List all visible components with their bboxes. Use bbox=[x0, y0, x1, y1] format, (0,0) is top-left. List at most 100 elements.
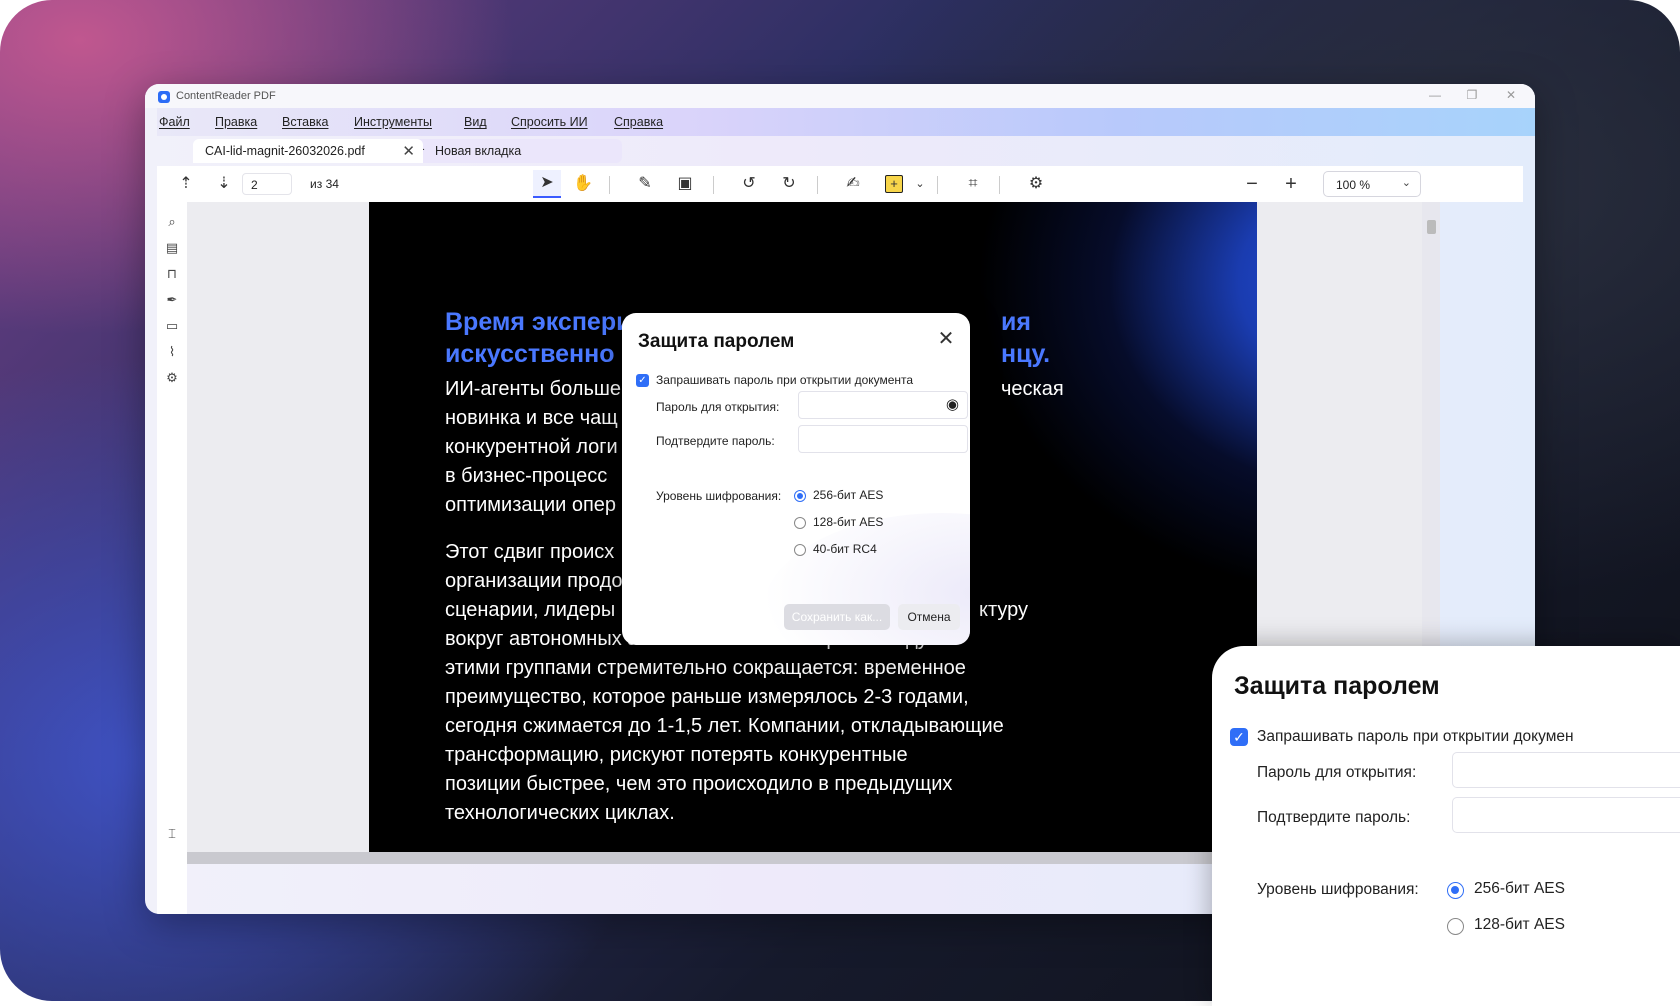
text-line: сегодня сжимается до 1-1,5 лет. Компании… bbox=[445, 715, 1004, 737]
comments-icon[interactable]: ▭ bbox=[164, 318, 180, 334]
left-sidebar: ⌕ ▤ ⊓ ✒ ▭ ⌇ ⚙ ⌶ bbox=[157, 202, 187, 914]
menu-tools[interactable]: Инструменты bbox=[354, 115, 432, 129]
open-password-label: Пароль для открытия: bbox=[656, 400, 780, 414]
tab-document[interactable]: CAI-lid-magnit-26032026.pdf ✕ bbox=[193, 139, 423, 163]
page-number-input[interactable]: 2 bbox=[242, 173, 292, 195]
signature-icon[interactable]: ✍ bbox=[843, 174, 863, 194]
radio-40-rc4-label: 40-бит RC4 bbox=[813, 542, 877, 556]
confirm-password-input[interactable] bbox=[798, 425, 968, 453]
page-count: из 34 bbox=[310, 177, 339, 191]
toolbar-divider bbox=[999, 176, 1000, 194]
text-recognition-icon[interactable]: ⌶ bbox=[164, 826, 180, 842]
eye-slash-icon[interactable]: ◉ bbox=[946, 395, 959, 413]
new-tab-label: Новая вкладка bbox=[435, 144, 522, 158]
menu-ask-ai[interactable]: Спросить ИИ bbox=[511, 115, 588, 129]
tab-bar: + Новая вкладка CAI-lid-magnit-26032026.… bbox=[157, 136, 1535, 166]
confirm-password-label: Подтвердите пароль: bbox=[656, 434, 775, 448]
callout-radio-256-aes-label: 256-бит AES bbox=[1474, 880, 1565, 897]
hand-pan-icon[interactable]: ✋ bbox=[573, 174, 593, 194]
password-protection-dialog: Защита паролем ✕ ✓ Запрашивать пароль пр… bbox=[622, 313, 970, 645]
page-down-icon[interactable]: ⇣ bbox=[214, 174, 234, 194]
callout-require-password-checkbox: ✓ bbox=[1230, 728, 1248, 746]
tab-document-label: CAI-lid-magnit-26032026.pdf bbox=[205, 144, 365, 158]
chevron-down-icon[interactable]: ⌄ bbox=[910, 174, 930, 194]
require-password-label: Запрашивать пароль при открытии документ… bbox=[656, 373, 914, 387]
radio-40-rc4[interactable] bbox=[794, 544, 806, 556]
add-text-box-icon[interactable]: + bbox=[885, 175, 903, 193]
rotate-right-icon[interactable]: ↻ bbox=[779, 174, 799, 194]
new-tab-button[interactable]: + Новая вкладка bbox=[407, 139, 622, 163]
zoomed-dialog-callout: Защита паролем ✓ Запрашивать пароль при … bbox=[1212, 646, 1680, 1006]
cancel-button[interactable]: Отмена bbox=[898, 604, 960, 630]
menu-insert[interactable]: Вставка bbox=[282, 115, 328, 129]
toolbar-divider bbox=[609, 176, 610, 194]
callout-open-password-label: Пароль для открытия: bbox=[1257, 764, 1417, 781]
app-title: ContentReader PDF bbox=[176, 90, 276, 102]
page-of-label: из bbox=[310, 177, 323, 191]
page-heading-right: ия нцу. bbox=[1001, 306, 1121, 370]
radio-128-aes[interactable] bbox=[794, 517, 806, 529]
paragraph-1-right: ческая bbox=[1001, 375, 1121, 404]
open-password-input[interactable]: ◉ bbox=[798, 391, 968, 419]
page-total: 34 bbox=[325, 177, 339, 191]
heading-line: нцу. bbox=[1001, 340, 1051, 368]
callout-confirm-password-label: Подтвердите пароль: bbox=[1257, 809, 1411, 826]
scroll-thumb[interactable] bbox=[1427, 220, 1436, 234]
radio-256-aes[interactable] bbox=[794, 490, 806, 502]
encryption-label: Уровень шифрования: bbox=[656, 489, 782, 503]
menu-edit[interactable]: Правка bbox=[215, 115, 257, 129]
menu-bar: Файл Правка Вставка Инструменты Вид Спро… bbox=[157, 108, 1535, 136]
clipboard-icon[interactable]: ▣ bbox=[675, 174, 695, 194]
signature-icon[interactable]: ✒ bbox=[164, 292, 180, 308]
callout-encryption-label: Уровень шифрования: bbox=[1257, 881, 1419, 898]
crop-icon[interactable]: ⌗ bbox=[963, 174, 983, 194]
restore-button[interactable]: ❐ bbox=[1464, 88, 1480, 102]
text-line: технологических циклах. bbox=[445, 802, 675, 824]
bookmark-icon[interactable]: ⊓ bbox=[164, 266, 180, 282]
close-icon[interactable]: ✕ bbox=[936, 329, 956, 349]
page-up-icon[interactable]: ⇡ bbox=[176, 174, 196, 194]
menu-help[interactable]: Справка bbox=[614, 115, 663, 129]
zoom-select[interactable]: 100 % ⌄ bbox=[1323, 171, 1421, 197]
attachment-icon[interactable]: ⌇ bbox=[164, 344, 180, 360]
close-window-button[interactable]: ✕ bbox=[1503, 88, 1519, 102]
callout-confirm-password-field bbox=[1452, 797, 1680, 833]
zoom-value: 100 % bbox=[1336, 178, 1371, 192]
callout-radio-128-aes bbox=[1447, 918, 1464, 935]
callout-require-password-label: Запрашивать пароль при открытии докумен bbox=[1257, 728, 1574, 745]
heading-line: ия bbox=[1001, 308, 1031, 336]
zoom-out-icon[interactable]: − bbox=[1242, 174, 1262, 194]
edit-icon[interactable]: ✎ bbox=[635, 174, 655, 194]
rotate-left-icon[interactable]: ↺ bbox=[739, 174, 759, 194]
radio-128-aes-label: 128-бит AES bbox=[813, 515, 884, 529]
chevron-down-icon: ⌄ bbox=[1401, 177, 1411, 189]
require-password-checkbox[interactable]: ✓ bbox=[636, 374, 649, 387]
minimize-button[interactable]: — bbox=[1427, 88, 1443, 102]
select-cursor-icon[interactable]: ➤ bbox=[533, 170, 561, 198]
callout-radio-128-aes-label: 128-бит AES bbox=[1474, 916, 1565, 933]
page-thumbnails-icon[interactable]: ▤ bbox=[164, 240, 180, 256]
text-line: преимущество, которое раньше измерялось … bbox=[445, 686, 969, 708]
callout-title: Защита паролем bbox=[1234, 672, 1440, 700]
ai-robot-icon[interactable]: ⚙ bbox=[164, 370, 180, 386]
toolbar-divider bbox=[713, 176, 714, 194]
save-as-button[interactable]: Сохранить как... bbox=[784, 604, 890, 630]
close-tab-icon[interactable]: ✕ bbox=[402, 142, 415, 160]
text-line: ческая bbox=[1001, 378, 1064, 400]
radio-256-aes-label: 256-бит AES bbox=[813, 488, 884, 502]
menu-file[interactable]: Файл bbox=[159, 115, 190, 129]
app-logo-icon bbox=[158, 91, 170, 103]
text-line: этими группами стремительно сокращается:… bbox=[445, 657, 966, 679]
text-line: трансформацию, рискуют потерять конкурен… bbox=[445, 744, 908, 766]
toolbar-divider bbox=[937, 176, 938, 194]
menu-view[interactable]: Вид bbox=[464, 115, 487, 129]
zoom-in-icon[interactable]: + bbox=[1281, 174, 1301, 194]
ai-robot-icon[interactable]: ⚙ bbox=[1026, 174, 1046, 194]
search-icon[interactable]: ⌕ bbox=[164, 214, 180, 230]
toolbar-divider bbox=[817, 176, 818, 194]
title-bar: ContentReader PDF — ❐ ✕ bbox=[145, 84, 1535, 108]
dialog-title: Защита паролем bbox=[638, 331, 795, 352]
text-line: ктуру bbox=[979, 599, 1029, 621]
paragraph-2-right: ктуру bbox=[979, 596, 1099, 625]
callout-radio-256-aes bbox=[1447, 882, 1464, 899]
